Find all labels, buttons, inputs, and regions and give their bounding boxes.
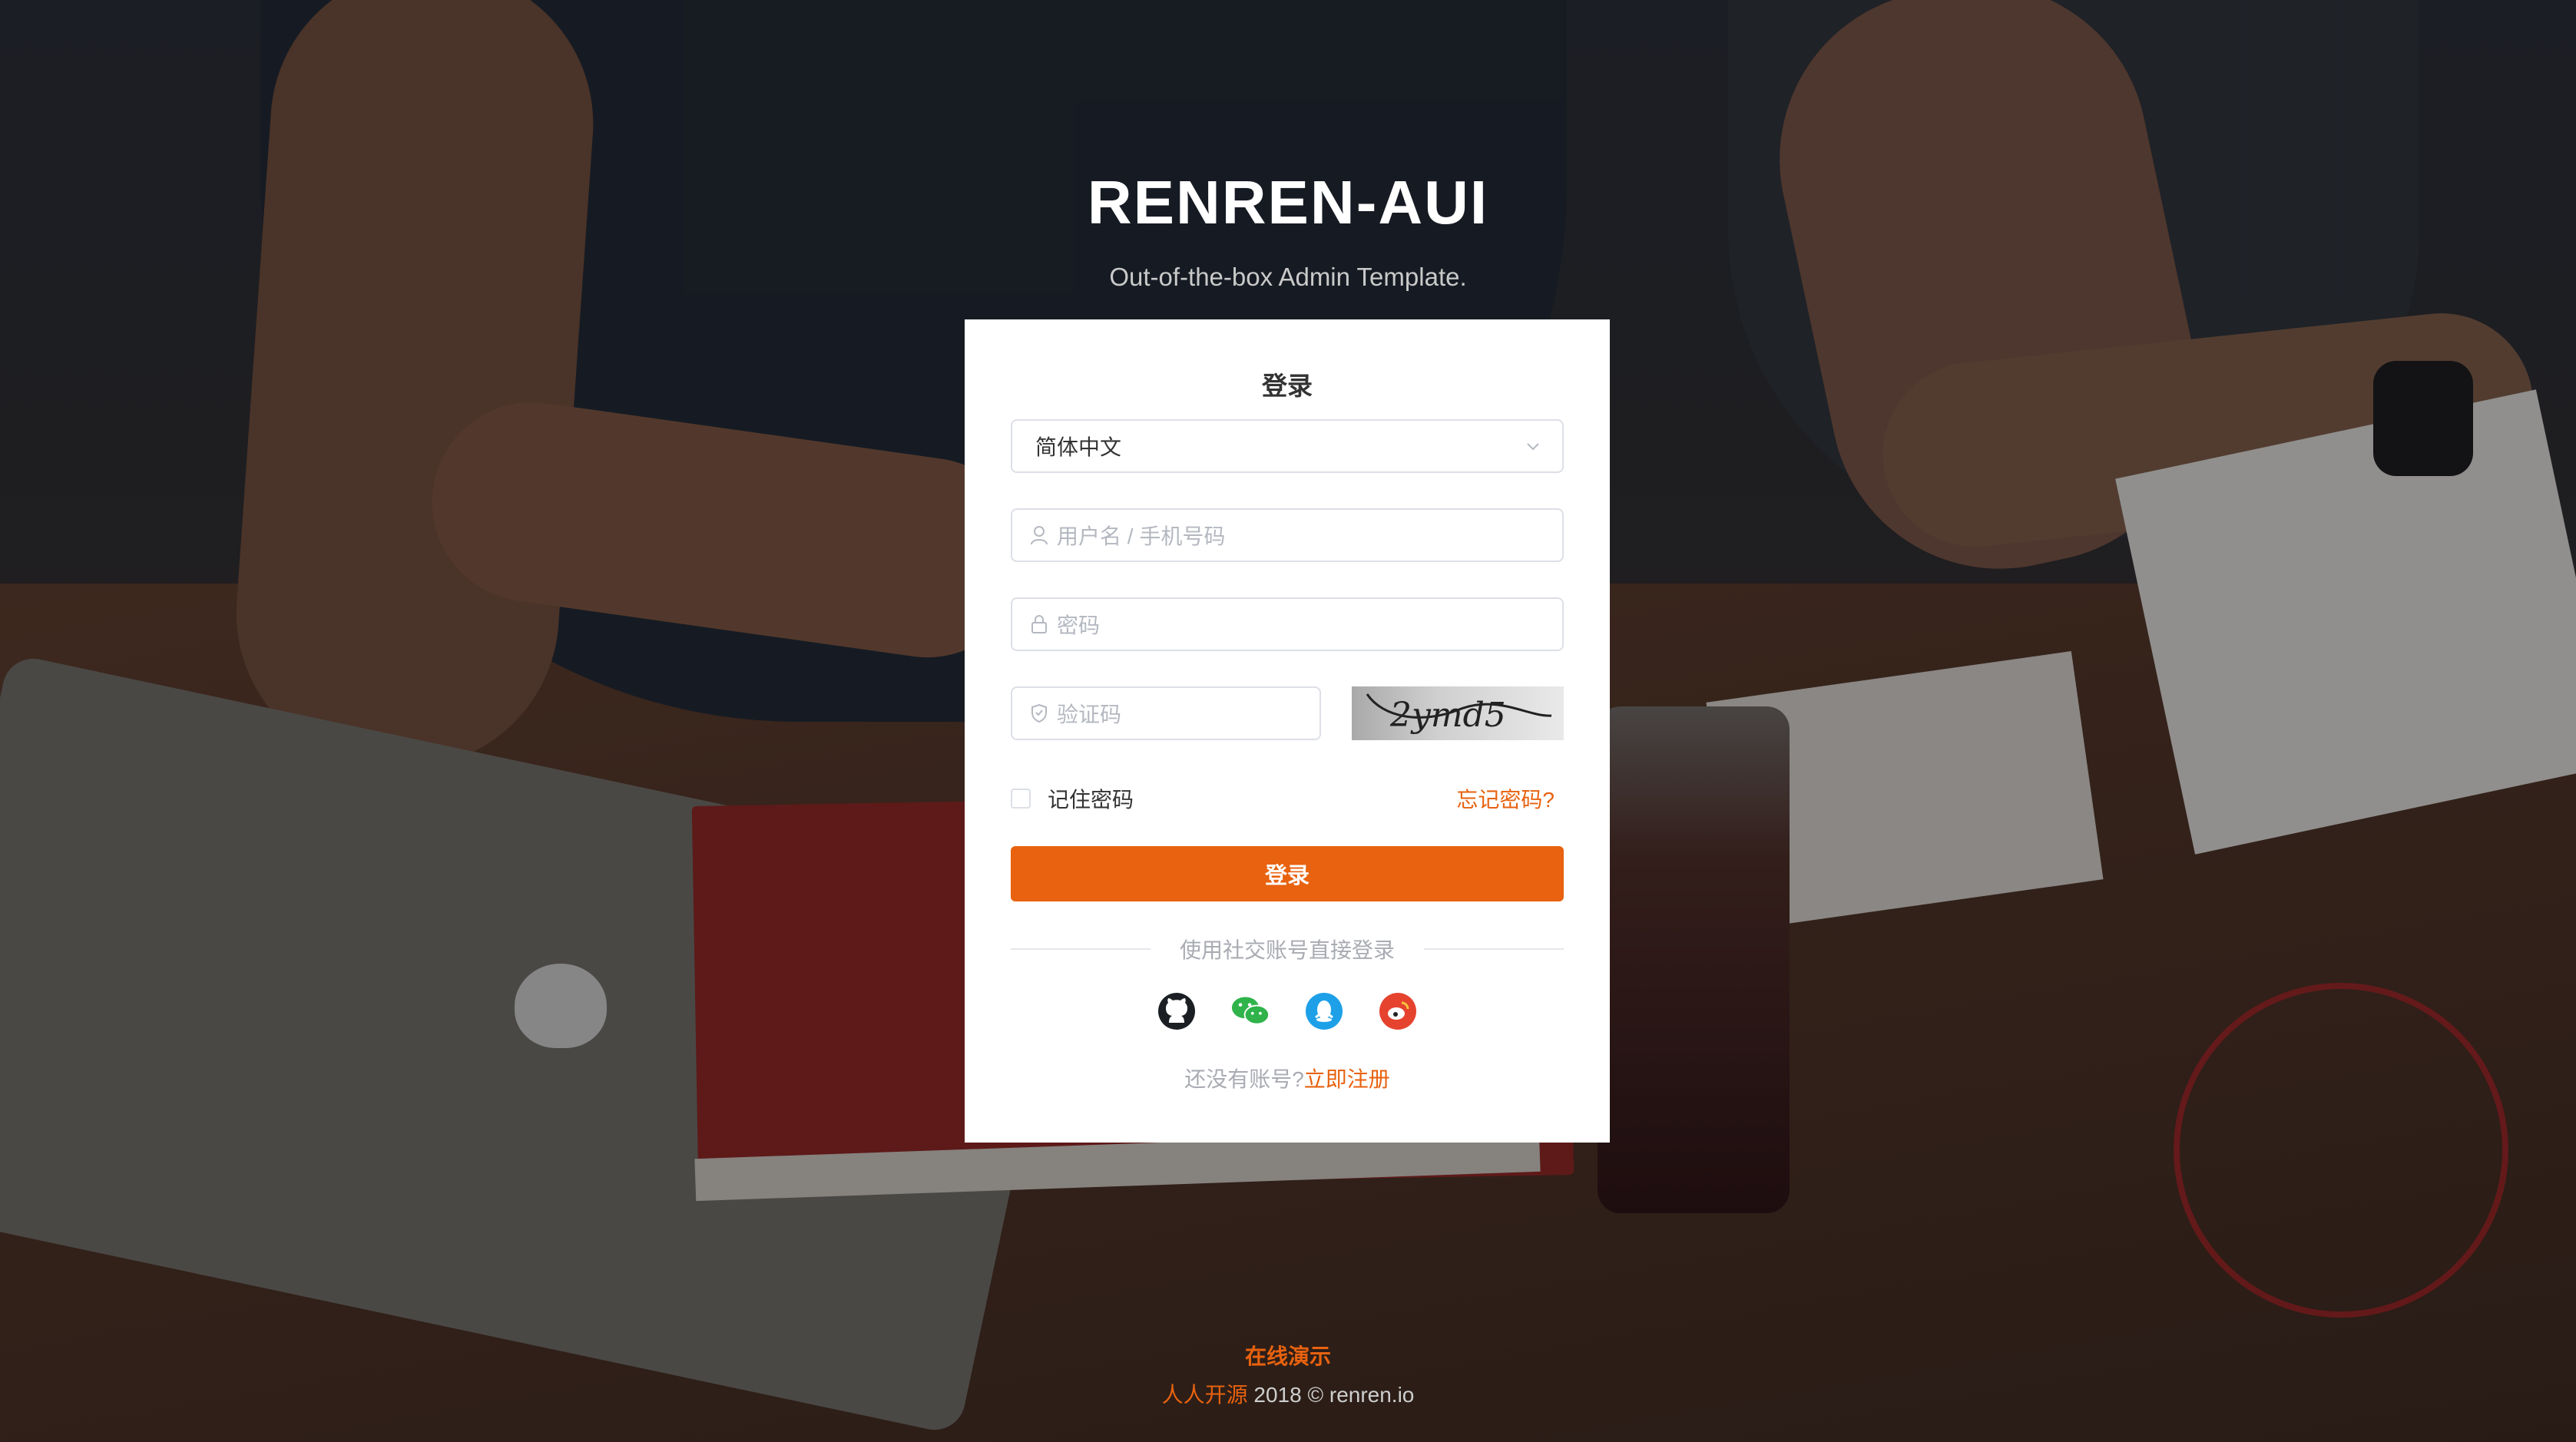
captcha-text: 2ymd5 xyxy=(1389,696,1506,735)
remember-label: 记住密码 xyxy=(1048,788,1134,812)
copyright-text: 2018 © renren.io xyxy=(1247,1383,1415,1407)
qq-icon[interactable] xyxy=(1305,992,1343,1030)
remember-checkbox[interactable] xyxy=(1011,789,1031,809)
password-placeholder: 密码 xyxy=(1057,614,1101,637)
signup-row: 还没有账号?立即注册 xyxy=(965,1063,1610,1093)
online-demo-link[interactable]: 在线演示 xyxy=(0,1340,2576,1371)
username-input[interactable]: 用户名 / 手机号码 xyxy=(1011,508,1564,562)
lock-icon xyxy=(1029,614,1049,634)
copyright: 人人开源 2018 © renren.io xyxy=(0,1378,2576,1409)
shield-icon xyxy=(1029,703,1049,723)
footer-brand-link[interactable]: 人人开源 xyxy=(1162,1383,1248,1407)
login-card: 登录 简体中文 用户名 / 手机号码 密码 验证码 2ymd5 记住密码 忘记密 xyxy=(965,319,1610,1143)
app-title: RENREN-AUI xyxy=(1087,168,1489,236)
language-select[interactable]: 简体中文 xyxy=(1011,419,1564,473)
captcha-placeholder: 验证码 xyxy=(1057,703,1122,726)
weibo-icon[interactable] xyxy=(1379,992,1417,1030)
signup-link[interactable]: 立即注册 xyxy=(1304,1067,1390,1091)
remember-me[interactable]: 记住密码 xyxy=(1011,783,1134,814)
username-placeholder: 用户名 / 手机号码 xyxy=(1057,524,1226,548)
github-icon[interactable] xyxy=(1157,992,1196,1030)
login-title: 登录 xyxy=(1262,372,1313,400)
login-button[interactable]: 登录 xyxy=(1011,846,1564,901)
password-input[interactable]: 密码 xyxy=(1011,597,1564,651)
social-divider: 使用社交账号直接登录 xyxy=(1011,934,1564,964)
chevron-down-icon xyxy=(1519,432,1547,460)
language-select-value: 简体中文 xyxy=(1035,435,1122,459)
forgot-password-link[interactable]: 忘记密码? xyxy=(1456,783,1555,814)
user-icon xyxy=(1029,525,1049,545)
wechat-icon[interactable] xyxy=(1231,992,1270,1030)
captcha-image[interactable]: 2ymd5 xyxy=(1352,686,1564,740)
signup-question: 还没有账号? xyxy=(1184,1067,1304,1091)
app-subtitle: Out-of-the-box Admin Template. xyxy=(1109,263,1467,291)
social-login-icons xyxy=(965,992,1610,1030)
captcha-input[interactable]: 验证码 xyxy=(1011,686,1321,740)
social-divider-text: 使用社交账号直接登录 xyxy=(1180,938,1396,962)
